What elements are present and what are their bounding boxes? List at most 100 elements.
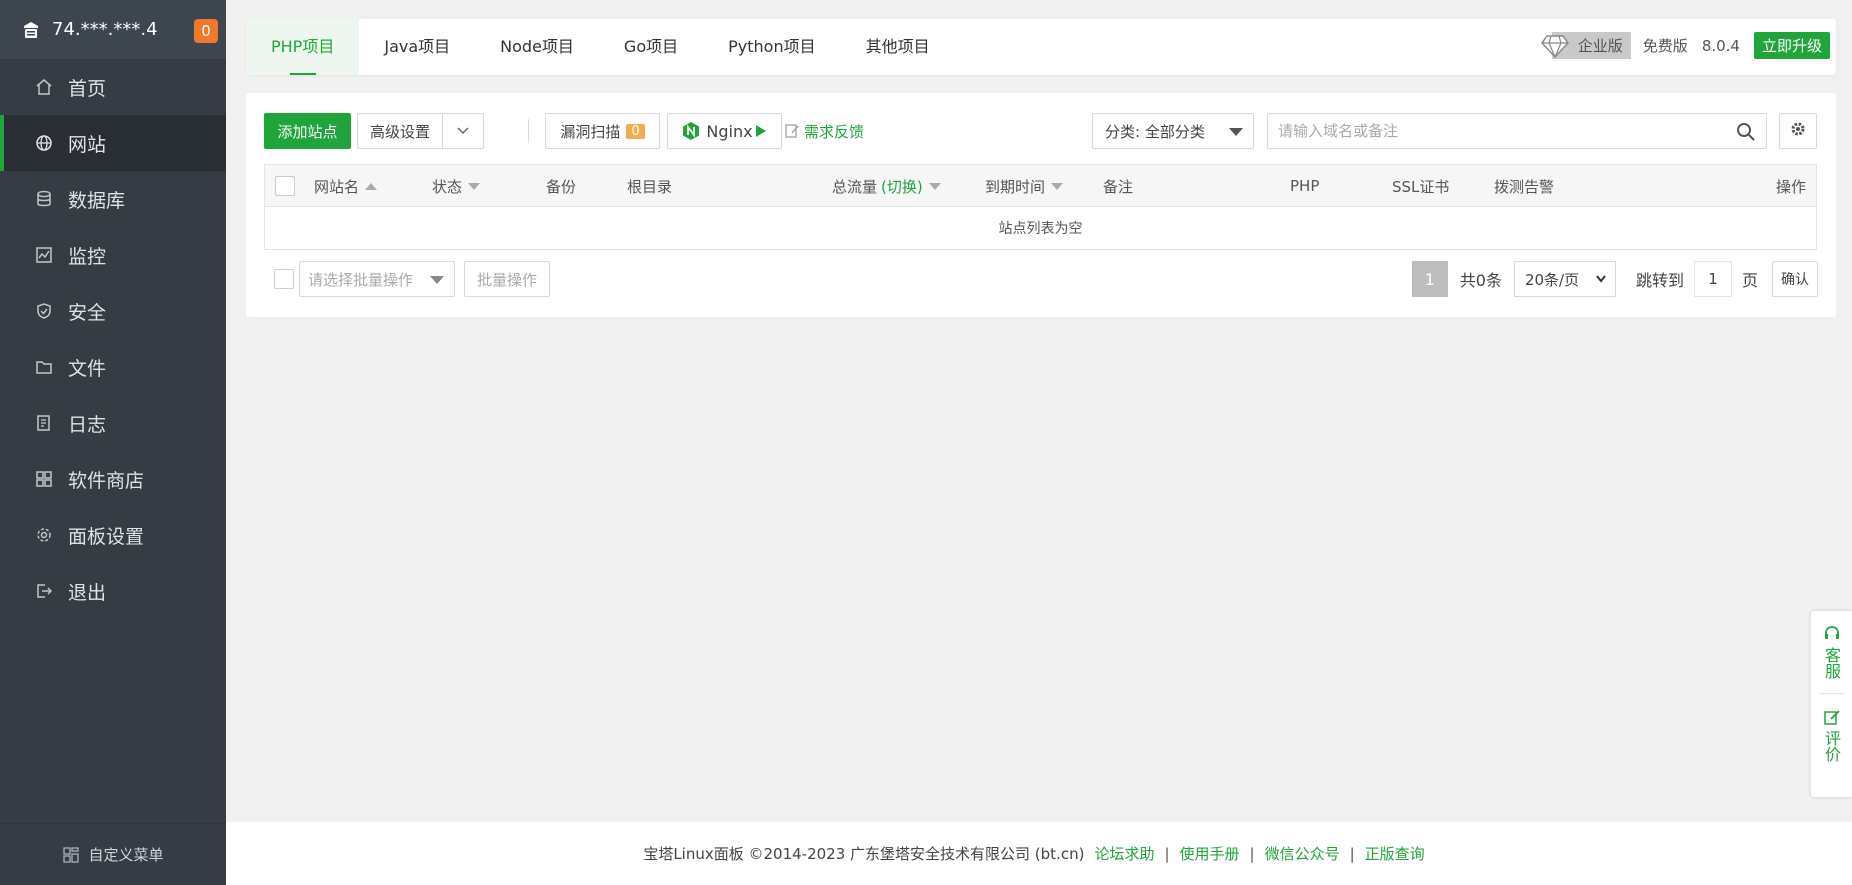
feedback-link[interactable]: 需求反馈 [784,113,864,149]
feedback-label: 需求反馈 [804,122,865,141]
footer: 宝塔Linux面板 ©2014-2023 广东堡塔安全技术有限公司 (bt.cn… [226,822,1852,885]
batch-operation-select[interactable]: 请选择批量操作 [299,261,455,297]
folder-icon [34,357,54,377]
sidebar-item-website[interactable]: 网站 [0,115,226,171]
wechat-account-link[interactable]: 微信公众号 [1265,843,1340,864]
scan-count-badge: 0 [626,123,645,139]
col-label: 状态 [432,177,463,196]
caret-down-icon [1229,128,1243,136]
sidebar-item-files[interactable]: 文件 [0,339,226,395]
sidebar-item-app-store[interactable]: 软件商店 [0,451,226,507]
custom-menu-button[interactable]: 自定义菜单 [0,823,226,885]
nginx-label: Nginx [706,121,753,141]
side-divider [1818,693,1845,694]
site-table: 网站名 状态 备份 根目录 总流量 (切换) 到期时间 备注 PHP SSL证书 … [264,164,1817,250]
tab-python[interactable]: Python项目 [703,19,840,75]
sidebar-item-label: 监控 [68,245,107,268]
col-label: 网站名 [314,177,360,196]
col-site-name[interactable]: 网站名 [314,165,378,207]
sidebar-header[interactable]: 74.***.***.4 0 [0,0,226,59]
col-label: SSL证书 [1392,177,1450,196]
rate-button[interactable]: 评价 [1822,708,1841,762]
apps-icon [34,469,54,489]
jump-confirm-button[interactable]: 确认 [1772,261,1818,297]
batch-operation-button[interactable]: 批量操作 [464,261,550,297]
col-root-dir: 根目录 [627,165,672,207]
table-header: 网站名 状态 备份 根目录 总流量 (切换) 到期时间 备注 PHP SSL证书 … [265,165,1816,207]
search-icon[interactable] [1736,122,1756,146]
traffic-switch-link[interactable]: (切换) [881,176,923,197]
license-check-link[interactable]: 正版查询 [1365,843,1425,864]
grid-icon [62,846,80,864]
upgrade-button[interactable]: 立即升级 [1753,32,1830,59]
sidebar-item-panel-settings[interactable]: 面板设置 [0,507,226,563]
batch-placeholder: 请选择批量操作 [308,270,414,289]
page-size-select[interactable]: 20条/页 [1513,261,1616,297]
tab-other[interactable]: 其他项目 [841,19,955,75]
sort-desc-icon [468,182,481,190]
total-count: 共0条 [1459,271,1502,290]
service-label: 客服 [1822,647,1841,679]
notification-badge[interactable]: 0 [194,19,218,43]
category-value: 分类: 全部分类 [1105,122,1205,141]
sort-desc-icon [1051,182,1064,190]
headset-icon [1823,625,1841,643]
col-label: PHP [1290,177,1320,195]
gear-icon [34,525,54,545]
server-host: 74.***.***.4 [52,19,158,40]
batch-select-checkbox[interactable] [274,269,294,289]
search-input[interactable] [1268,114,1708,148]
sidebar-item-logs[interactable]: 日志 [0,395,226,451]
sidebar-item-home[interactable]: 首页 [0,59,226,115]
copyright-text: 宝塔Linux面板 ©2014-2023 广东堡塔安全技术有限公司 (bt.cn… [643,845,1085,863]
custom-menu-label: 自定义菜单 [88,846,164,864]
sidebar-item-label: 文件 [68,357,107,380]
server-icon [20,19,42,41]
play-icon [755,124,767,138]
site-list-panel: 添加站点 高级设置 漏洞扫描 0 Nginx 需求反馈 分类: 全部分类 请输入… [246,93,1836,317]
advanced-settings-button[interactable]: 高级设置 [357,113,443,149]
tab-go[interactable]: Go项目 [599,19,703,75]
forum-help-link[interactable]: 论坛求助 [1094,843,1154,864]
globe-icon [34,133,54,153]
col-backup: 备份 [546,165,576,207]
vulnerability-scan-button[interactable]: 漏洞扫描 0 [545,113,660,149]
nginx-button[interactable]: Nginx [667,113,782,149]
sidebar-item-label: 软件商店 [68,469,145,492]
tab-node[interactable]: Node项目 [475,19,599,75]
current-page[interactable]: 1 [1411,261,1448,297]
sidebar-item-database[interactable]: 数据库 [0,171,226,227]
col-status[interactable]: 状态 [432,165,481,207]
tab-php[interactable]: PHP项目 [246,19,360,75]
advanced-dropdown-button[interactable] [442,113,484,149]
logout-icon [34,581,54,601]
sidebar-item-label: 首页 [68,77,107,100]
enterprise-edition-link[interactable]: 企业版 [1540,32,1631,59]
tab-java[interactable]: Java项目 [359,19,475,75]
free-edition-label: 免费版 [1642,37,1688,55]
table-footer: 请选择批量操作 批量操作 1 共0条 20条/页 跳转到 1 页 确认 [264,261,1818,297]
col-expire[interactable]: 到期时间 [985,165,1064,207]
category-select[interactable]: 分类: 全部分类 [1092,113,1254,149]
database-icon [34,189,54,209]
sidebar-item-monitor[interactable]: 监控 [0,227,226,283]
col-ops: 操作 [1776,165,1806,207]
select-all-checkbox[interactable] [275,176,295,196]
edit-icon [1823,708,1841,726]
col-traffic[interactable]: 总流量 (切换) [832,165,941,207]
sidebar-item-logout[interactable]: 退出 [0,563,226,619]
jump-page-input[interactable]: 1 [1693,261,1732,297]
user-manual-link[interactable]: 使用手册 [1180,843,1240,864]
caret-down-icon [430,276,444,284]
footer-divider: | [1349,844,1355,863]
sidebar-item-label: 退出 [68,581,107,604]
nginx-icon [682,121,700,141]
col-label: 根目录 [627,177,673,196]
chevron-down-icon [1595,274,1607,284]
site-toolbar: 添加站点 高级设置 漏洞扫描 0 Nginx 需求反馈 分类: 全部分类 [264,113,1818,149]
sidebar-item-security[interactable]: 安全 [0,283,226,339]
table-settings-button[interactable] [1779,113,1817,149]
add-site-button[interactable]: 添加站点 [264,113,351,149]
customer-service-button[interactable]: 客服 [1822,625,1841,679]
jump-label: 跳转到 [1635,271,1684,290]
